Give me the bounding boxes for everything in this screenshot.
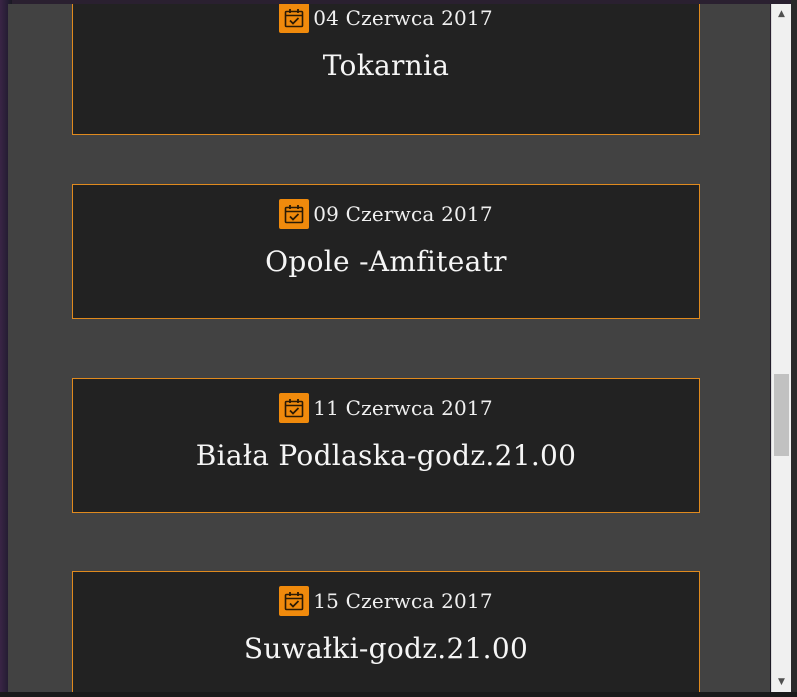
scroll-down-arrow-icon[interactable]: ▼ [772, 672, 791, 692]
calendar-check-icon [279, 586, 310, 616]
events-modal: 04 Czerwca 2017 Tokarnia 09 Czerwca 2017… [8, 4, 770, 692]
calendar-check-icon [279, 4, 310, 33]
event-card[interactable]: 15 Czerwca 2017 Suwałki-godz.21.00 [72, 571, 700, 692]
event-title: Biała Podlaska-godz.21.00 [195, 439, 577, 472]
event-date-row: 15 Czerwca 2017 [73, 584, 699, 618]
event-title: Suwałki-godz.21.00 [243, 632, 529, 665]
window-frame-right [791, 0, 797, 697]
scrollbar-thumb[interactable] [774, 374, 789, 456]
event-card[interactable]: 04 Czerwca 2017 Tokarnia [72, 4, 700, 135]
window-frame-bottom [0, 692, 797, 697]
event-title: Tokarnia [322, 49, 450, 82]
scroll-up-arrow-icon[interactable]: ▲ [772, 4, 791, 24]
event-date-row: 04 Czerwca 2017 [73, 4, 699, 35]
event-title: Opole -Amfiteatr [265, 245, 507, 278]
calendar-check-icon [279, 199, 310, 229]
event-card[interactable]: 09 Czerwca 2017 Opole -Amfiteatr [72, 184, 700, 319]
event-card[interactable]: 11 Czerwca 2017 Biała Podlaska-godz.21.0… [72, 378, 700, 513]
event-date: 15 Czerwca 2017 [313, 589, 493, 613]
event-date-row: 09 Czerwca 2017 [73, 197, 699, 231]
event-date: 09 Czerwca 2017 [313, 202, 493, 226]
calendar-check-icon [279, 393, 310, 423]
event-date-row: 11 Czerwca 2017 [73, 391, 699, 425]
event-date: 11 Czerwca 2017 [313, 396, 493, 420]
vertical-scrollbar[interactable]: ▲ ▼ [771, 4, 791, 692]
event-date: 04 Czerwca 2017 [313, 6, 493, 30]
